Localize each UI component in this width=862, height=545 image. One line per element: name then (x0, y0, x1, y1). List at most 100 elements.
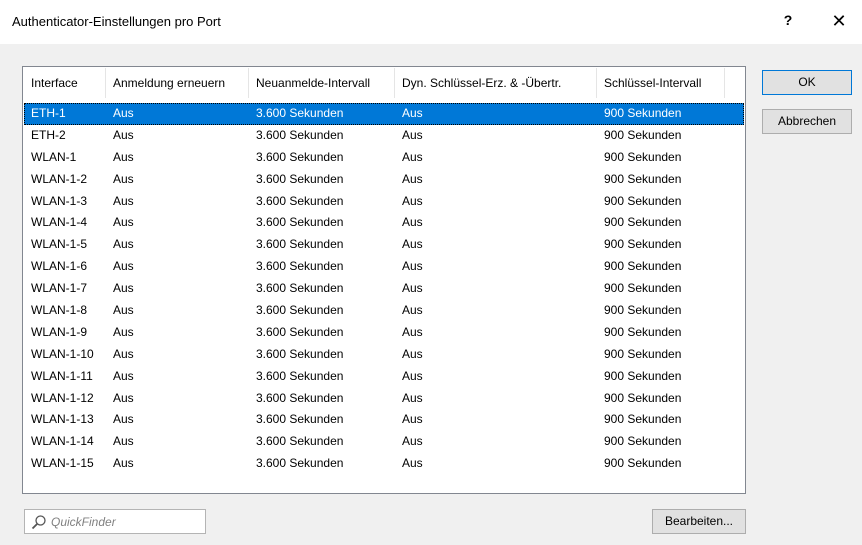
cell-schluessel-intervall: 900 Sekunden (604, 412, 682, 427)
ok-button[interactable]: OK (762, 70, 852, 95)
cell-dyn-schluessel: Aus (402, 106, 423, 120)
table-body: ETH-1 Aus 3.600 Sekunden Aus 900 Sekunden ETH… (24, 103, 744, 475)
cell-neuanmelde-intervall: 3.600 Sekunden (256, 127, 344, 142)
port-settings-table[interactable]: Interface Anmeldung erneuern Neuanmelde-… (22, 66, 746, 494)
table-row[interactable]: WLAN-1 Aus 3.600 Sekunden Aus 900 Sekunden (24, 147, 744, 169)
cell-neuanmelde-intervall: 3.600 Sekunden (256, 281, 344, 296)
cell-schluessel-intervall: 900 Sekunden (604, 324, 682, 339)
cell-interface: WLAN-1-15 (31, 456, 94, 471)
cancel-button[interactable]: Abbrechen (762, 109, 852, 134)
cell-schluessel-intervall: 900 Sekunden (604, 106, 682, 120)
cell-dyn-schluessel: Aus (402, 390, 423, 405)
cell-neuanmelde-intervall: 3.600 Sekunden (256, 106, 344, 120)
cell-neuanmelde-intervall: 3.600 Sekunden (256, 215, 344, 230)
close-button[interactable]: ✕ (828, 10, 850, 32)
cell-anmeldung-erneuern: Aus (113, 106, 134, 120)
cell-interface: WLAN-1-9 (31, 324, 88, 339)
cell-schluessel-intervall: 900 Sekunden (604, 127, 682, 142)
cell-dyn-schluessel: Aus (402, 412, 423, 427)
cell-anmeldung-erneuern: Aus (113, 281, 134, 296)
table-row[interactable]: WLAN-1-10 Aus 3.600 Sekunden Aus 900 Sekunde… (24, 344, 744, 366)
cell-neuanmelde-intervall: 3.600 Sekunden (256, 368, 344, 383)
cell-interface: ETH-1 (31, 106, 66, 120)
cell-dyn-schluessel: Aus (402, 215, 423, 230)
cell-dyn-schluessel: Aus (402, 259, 423, 274)
cell-schluessel-intervall: 900 Sekunden (604, 303, 682, 318)
cell-neuanmelde-intervall: 3.600 Sekunden (256, 171, 344, 186)
cell-dyn-schluessel: Aus (402, 237, 423, 252)
quickfinder-input[interactable] (51, 512, 201, 531)
table-row[interactable]: WLAN-1-12 Aus 3.600 Sekunden Aus 900 Sekunde… (24, 388, 744, 410)
cell-anmeldung-erneuern: Aus (113, 237, 134, 252)
cell-interface: WLAN-1-4 (31, 215, 88, 230)
cell-neuanmelde-intervall: 3.600 Sekunden (256, 390, 344, 405)
help-button[interactable]: ? (778, 10, 798, 30)
cell-neuanmelde-intervall: 3.600 Sekunden (256, 456, 344, 471)
cell-interface: WLAN-1-2 (31, 171, 88, 186)
cell-dyn-schluessel: Aus (402, 456, 423, 471)
window-title: Authenticator-Einstellungen pro Port (12, 14, 221, 29)
cell-interface: WLAN-1-14 (31, 434, 94, 449)
table-row[interactable]: WLAN-1-11 Aus 3.600 Sekunden Aus 900 Sekunde… (24, 366, 744, 388)
cell-dyn-schluessel: Aus (402, 171, 423, 186)
cell-schluessel-intervall: 900 Sekunden (604, 390, 682, 405)
table-row[interactable]: WLAN-1-13 Aus 3.600 Sekunden Aus 900 Sekunde… (24, 409, 744, 431)
table-row[interactable]: WLAN-1-5 Aus 3.600 Sekunden Aus 900 Sekunden (24, 234, 744, 256)
cell-schluessel-intervall: 900 Sekunden (604, 149, 682, 164)
cell-interface: WLAN-1-3 (31, 193, 88, 208)
cell-interface: WLAN-1-12 (31, 390, 94, 405)
cell-anmeldung-erneuern: Aus (113, 193, 134, 208)
cell-dyn-schluessel: Aus (402, 368, 423, 383)
column-header-neuanmelde-intervall[interactable]: Neuanmelde-Intervall (249, 68, 395, 98)
table-row[interactable]: WLAN-1-8 Aus 3.600 Sekunden Aus 900 Sekunden (24, 300, 744, 322)
cell-anmeldung-erneuern: Aus (113, 259, 134, 274)
edit-button[interactable]: Bearbeiten... (652, 509, 746, 534)
cell-neuanmelde-intervall: 3.600 Sekunden (256, 412, 344, 427)
cell-dyn-schluessel: Aus (402, 193, 423, 208)
table-row[interactable]: WLAN-1-7 Aus 3.600 Sekunden Aus 900 Sekunden (24, 278, 744, 300)
table-row[interactable]: WLAN-1-2 Aus 3.600 Sekunden Aus 900 Sekunden (24, 169, 744, 191)
table-row[interactable]: ETH-2 Aus 3.600 Sekunden Aus 900 Sekunden (24, 125, 744, 147)
cell-interface: WLAN-1 (31, 149, 77, 164)
cell-neuanmelde-intervall: 3.600 Sekunden (256, 346, 344, 361)
cell-anmeldung-erneuern: Aus (113, 303, 134, 318)
cell-neuanmelde-intervall: 3.600 Sekunden (256, 193, 344, 208)
close-icon: ✕ (831, 11, 847, 31)
table-row[interactable]: WLAN-1-9 Aus 3.600 Sekunden Aus 900 Sekunden (24, 322, 744, 344)
cell-anmeldung-erneuern: Aus (113, 434, 134, 449)
cell-neuanmelde-intervall: 3.600 Sekunden (256, 434, 344, 449)
table-row[interactable]: WLAN-1-4 Aus 3.600 Sekunden Aus 900 Sekunden (24, 212, 744, 234)
cell-neuanmelde-intervall: 3.600 Sekunden (256, 303, 344, 318)
table-row[interactable]: WLAN-1-6 Aus 3.600 Sekunden Aus 900 Sekunden (24, 256, 744, 278)
cell-interface: WLAN-1-13 (31, 412, 94, 427)
cell-interface: WLAN-1-7 (31, 281, 88, 296)
cell-anmeldung-erneuern: Aus (113, 412, 134, 427)
cell-schluessel-intervall: 900 Sekunden (604, 259, 682, 274)
table-row[interactable]: WLAN-1-15 Aus 3.600 Sekunden Aus 900 Sekunde… (24, 453, 744, 475)
cell-dyn-schluessel: Aus (402, 434, 423, 449)
cell-anmeldung-erneuern: Aus (113, 390, 134, 405)
cell-anmeldung-erneuern: Aus (113, 171, 134, 186)
cell-schluessel-intervall: 900 Sekunden (604, 237, 682, 252)
table-row[interactable]: WLAN-1-3 Aus 3.600 Sekunden Aus 900 Sekunden (24, 191, 744, 213)
quickfinder[interactable] (24, 509, 206, 534)
cell-anmeldung-erneuern: Aus (113, 215, 134, 230)
title-bar[interactable]: Authenticator-Einstellungen pro Port ? ✕ (0, 0, 862, 44)
cell-anmeldung-erneuern: Aus (113, 456, 134, 471)
cell-neuanmelde-intervall: 3.600 Sekunden (256, 149, 344, 164)
cell-schluessel-intervall: 900 Sekunden (604, 171, 682, 186)
cell-anmeldung-erneuern: Aus (113, 324, 134, 339)
search-icon (31, 515, 46, 530)
cell-schluessel-intervall: 900 Sekunden (604, 456, 682, 471)
column-header-anmeldung-erneuern[interactable]: Anmeldung erneuern (106, 68, 249, 98)
column-header-dyn-schluessel[interactable]: Dyn. Schlüssel-Erz. & -Übertr. (395, 68, 597, 98)
cell-neuanmelde-intervall: 3.600 Sekunden (256, 259, 344, 274)
cell-interface: WLAN-1-5 (31, 237, 88, 252)
column-header-interface[interactable]: Interface (24, 68, 106, 98)
table-row[interactable]: WLAN-1-14 Aus 3.600 Sekunden Aus 900 Sekunde… (24, 431, 744, 453)
column-header-schluessel-intervall[interactable]: Schlüssel-Intervall (597, 68, 725, 98)
cell-dyn-schluessel: Aus (402, 281, 423, 296)
table-row[interactable]: ETH-1 Aus 3.600 Sekunden Aus 900 Sekunden (24, 103, 744, 125)
cell-interface: WLAN-1-10 (31, 346, 94, 361)
cell-schluessel-intervall: 900 Sekunden (604, 368, 682, 383)
